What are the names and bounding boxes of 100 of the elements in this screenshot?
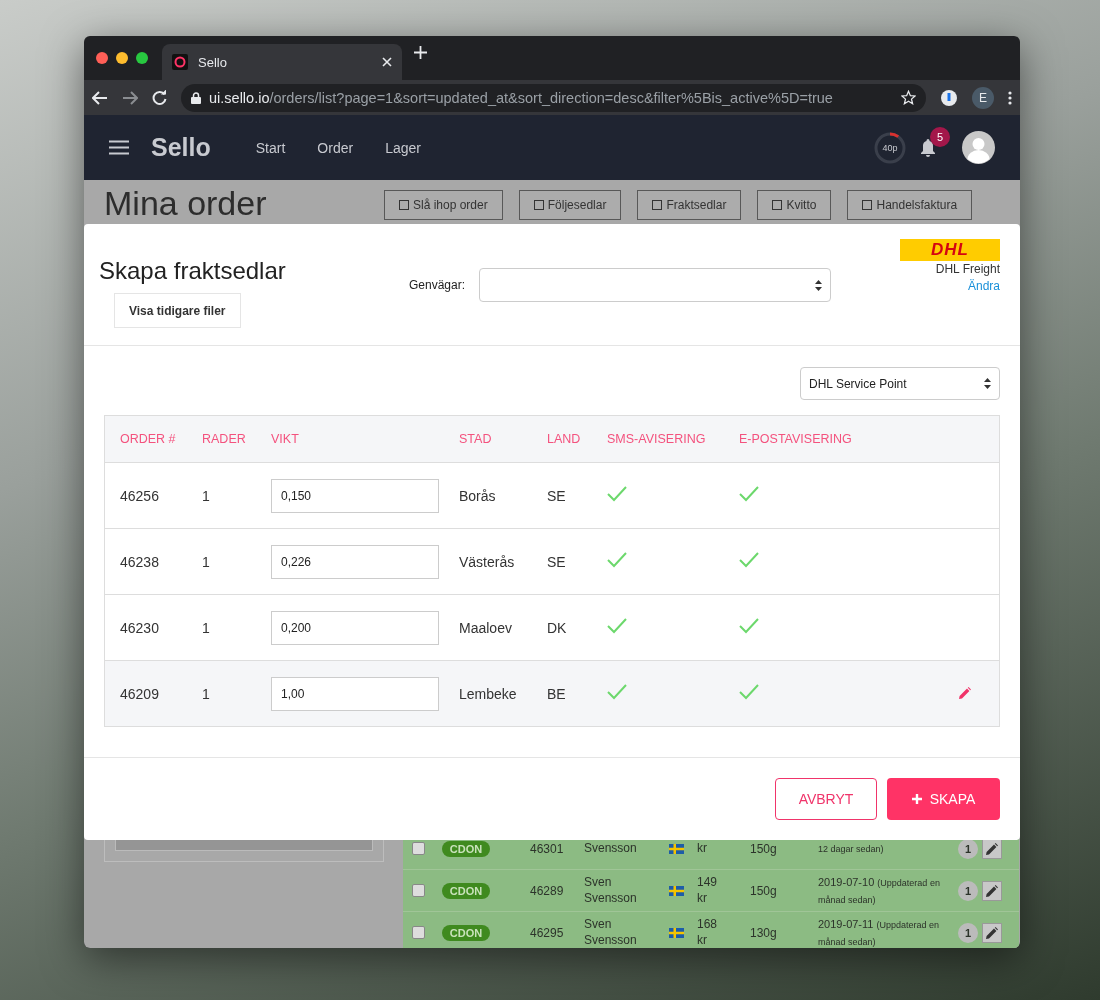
- toolbar-button[interactable]: Kvitto: [757, 190, 832, 220]
- bell-icon[interactable]: [920, 138, 936, 157]
- flag-icon: [669, 927, 684, 938]
- column-header[interactable]: LAND: [547, 432, 607, 446]
- row-checkbox[interactable]: [412, 926, 425, 939]
- customer-name: Sven: [584, 916, 613, 933]
- date-text: 12 dagar sedan): [818, 843, 885, 857]
- forward-icon[interactable]: [122, 90, 138, 105]
- column-header[interactable]: VIKT: [271, 432, 459, 446]
- minimize-window-button[interactable]: [116, 52, 128, 64]
- order-number: 46295: [530, 925, 565, 940]
- price-text: kr: [697, 840, 708, 857]
- new-tab-icon[interactable]: [414, 45, 427, 59]
- column-header[interactable]: STAD: [459, 432, 547, 446]
- cancel-button[interactable]: AVBRYT: [775, 778, 877, 820]
- edit-button[interactable]: [982, 922, 1002, 943]
- row-count: 1: [202, 553, 211, 570]
- shortcut-label: Genvägar:: [409, 278, 466, 292]
- pencil-icon: [986, 926, 998, 939]
- nav-link[interactable]: Order: [317, 139, 354, 156]
- price-text: 149: [697, 874, 719, 891]
- channel-badge: CDON: [442, 882, 490, 899]
- logo-text[interactable]: Sello: [151, 133, 211, 162]
- browser-tab[interactable]: Sello: [162, 44, 402, 80]
- document-icon: [533, 200, 544, 210]
- toolbar-button[interactable]: Fraktsedlar: [637, 190, 742, 220]
- document-icon: [772, 200, 783, 210]
- carrier-name: DHL Freight: [935, 261, 1000, 278]
- pencil-icon: [959, 686, 971, 699]
- nav-link[interactable]: Lager: [385, 139, 421, 156]
- updown-caret-icon: [815, 279, 823, 291]
- column-header[interactable]: RADER: [202, 432, 271, 446]
- back-icon[interactable]: [92, 90, 108, 105]
- price-text: kr: [697, 932, 708, 948]
- order-row[interactable]: CDON 46295 Sven Svensson 168 kr 130g 2019-07-11 (Uppdaterad en månad sedan) 1: [403, 912, 1019, 948]
- weight-input[interactable]: 0,150: [271, 478, 439, 513]
- maximize-window-button[interactable]: [136, 52, 148, 64]
- city-text: Borås: [459, 487, 497, 504]
- column-header[interactable]: SMS-AVISERING: [607, 432, 739, 446]
- weight-input[interactable]: 1,00: [271, 676, 439, 711]
- url-host: ui.sello.io: [209, 89, 270, 106]
- close-icon[interactable]: [382, 57, 392, 67]
- weight-input[interactable]: 0,200: [271, 610, 439, 645]
- document-icon: [399, 200, 409, 210]
- nav-link[interactable]: Start: [255, 139, 286, 156]
- toolbar-button[interactable]: Följesedlar: [518, 190, 622, 220]
- menu-icon[interactable]: [1008, 90, 1012, 105]
- flag-icon: [669, 843, 684, 854]
- profile-avatar[interactable]: E: [972, 86, 994, 109]
- city-text: Lembeke: [459, 685, 518, 702]
- plus-icon: [911, 794, 922, 804]
- customer-name: Sven: [584, 874, 613, 891]
- row-count: 1: [202, 685, 211, 702]
- menu-icon[interactable]: [109, 140, 129, 155]
- address-bar[interactable]: ui.sello.io/orders/list?page=1&sort=updated_at&sort_direction=desc&filter%5Bis_active%5D=true: [181, 83, 926, 112]
- row-checkbox[interactable]: [412, 842, 425, 855]
- toolbar-button[interactable]: Slå ihop order: [384, 190, 503, 220]
- weight-text: 150g: [750, 883, 778, 898]
- weight-input[interactable]: 0,226: [271, 544, 439, 579]
- weight-text: 130g: [750, 925, 778, 940]
- avatar-icon[interactable]: [962, 131, 995, 164]
- change-link[interactable]: Ändra: [967, 277, 1000, 295]
- edit-button[interactable]: [982, 838, 1002, 859]
- price-text: kr: [697, 890, 708, 907]
- url-path: /orders/list?page=1&sort=updated_at&sort_direction=desc&filter%5Bis_active%5D=true: [269, 89, 833, 106]
- channel-badge: CDON: [442, 924, 490, 941]
- notification-badge: 5: [930, 126, 950, 147]
- edit-button[interactable]: [982, 880, 1002, 901]
- quota-ring: [874, 131, 906, 164]
- customer-name: Svensson: [584, 932, 638, 948]
- row-count: 1: [202, 487, 211, 504]
- tab-title: Sello: [198, 54, 228, 70]
- column-header[interactable]: E-POSTAVISERING: [739, 432, 959, 446]
- country-code: BE: [547, 685, 567, 702]
- row-checkbox[interactable]: [412, 884, 425, 897]
- customer-name: Svensson: [584, 890, 638, 907]
- country-code: SE: [547, 487, 567, 504]
- order-number: 46209: [120, 685, 160, 702]
- star-icon[interactable]: [901, 90, 916, 105]
- close-window-button[interactable]: [96, 52, 108, 64]
- count-badge: 1: [958, 880, 978, 901]
- order-row[interactable]: CDON 46289 Sven Svensson 149 kr 150g 2019-07-10 (Uppdaterad en månad sedan) 1: [403, 870, 1019, 912]
- column-header[interactable]: ORDER #: [120, 432, 202, 446]
- flag-icon: [669, 885, 684, 896]
- toolbar-button[interactable]: Handelsfaktura: [847, 190, 973, 220]
- history-button[interactable]: Visa tidigare filer: [114, 293, 241, 328]
- page-title: Mina order: [104, 184, 268, 222]
- document-icon: [652, 200, 663, 210]
- reload-icon[interactable]: [152, 90, 167, 105]
- service-select[interactable]: DHL Service Point: [800, 367, 1000, 400]
- order-number: 46289: [530, 883, 565, 898]
- city-text: Maaloev: [459, 619, 513, 636]
- modal-title: Skapa fraktsedlar: [99, 257, 287, 285]
- date-text: 2019-07-10 (Uppdaterad en månad sedan): [818, 875, 941, 907]
- row-count: 1: [202, 619, 211, 636]
- extension-icon[interactable]: [940, 88, 958, 107]
- order-number: 46256: [120, 487, 160, 504]
- quota-label: 40p: [882, 142, 898, 153]
- create-button[interactable]: SKAPA: [887, 778, 1000, 820]
- pencil-icon: [986, 842, 998, 855]
